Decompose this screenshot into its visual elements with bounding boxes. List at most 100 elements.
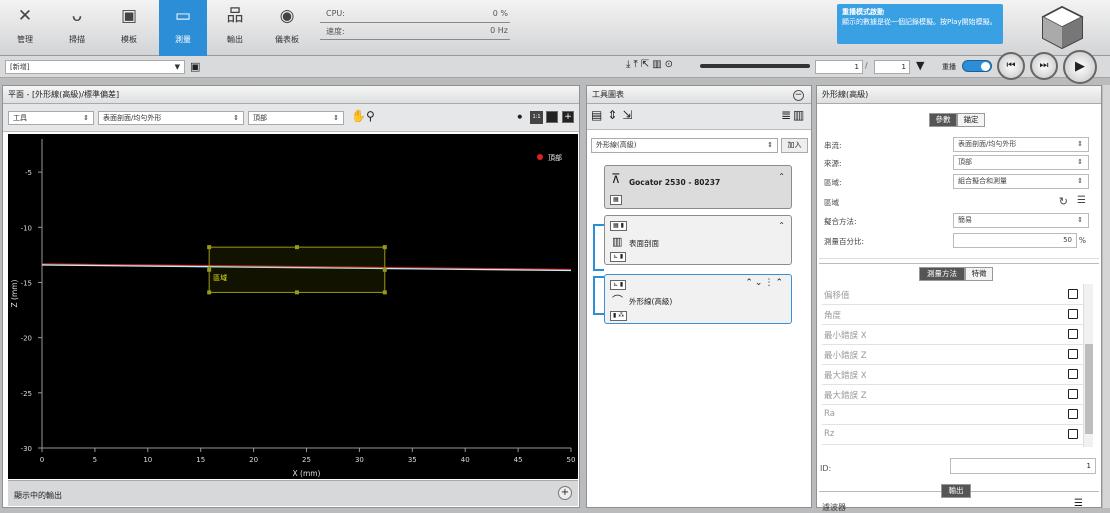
tab-features[interactable]: 特徵 <box>965 267 993 281</box>
filter-list-icon[interactable]: ☰ <box>1074 498 1083 509</box>
measurement-checkbox[interactable] <box>1068 309 1078 319</box>
add-view-icon[interactable]: + <box>562 111 574 123</box>
fit-method-select[interactable]: 簡易 ⇕ <box>953 213 1089 228</box>
measurement-label: 最大錯誤 Z <box>824 391 867 401</box>
add-tool-button[interactable]: 加入 <box>781 138 808 153</box>
input-port-icon[interactable]: ⊾ ▮ <box>610 280 627 290</box>
sensor-icon: ⊼ <box>611 172 621 187</box>
output-port-icon[interactable]: ⊾ ▮ <box>610 252 627 262</box>
tab-anchoring[interactable]: 錨定 <box>957 113 985 127</box>
add-tool-select[interactable]: 外形線(高級) ⇕ <box>591 138 778 153</box>
measurement-row[interactable]: 角度 <box>822 305 1084 325</box>
collapse-icon[interactable]: − <box>793 90 804 101</box>
measure-percent-input[interactable]: 50 <box>953 233 1077 248</box>
device-node[interactable]: ⊼ Gocator 2530 - 80237 ⌃ ▦ <box>604 165 792 209</box>
percent-unit: % <box>1078 236 1086 245</box>
chevron-down-icon: ⇕ <box>1077 177 1083 185</box>
measurement-row[interactable]: 最小錯誤 X <box>822 325 1084 345</box>
layout-toggle-icons[interactable]: ▤⇕⇲ <box>591 108 637 122</box>
y-tick-label: -5 <box>25 169 32 177</box>
replay-toggle[interactable] <box>962 60 992 72</box>
region-list-icon[interactable]: ☰ <box>1077 195 1086 206</box>
replay-slider[interactable] <box>700 64 810 68</box>
measurement-label: 最小錯誤 Z <box>824 351 867 361</box>
measurement-row[interactable]: 最大錯誤 X <box>822 365 1084 385</box>
view-select[interactable]: 頂部 ⇕ <box>248 111 344 125</box>
region-handle <box>207 245 212 250</box>
measurement-checkbox[interactable] <box>1068 329 1078 339</box>
next-frame-button[interactable]: ⏭ <box>1030 52 1058 80</box>
input-port-icon[interactable]: ▦ ▮ <box>610 221 627 231</box>
frame-current-input[interactable]: 1 <box>815 60 863 74</box>
profile-plot[interactable]: 0 5 10 15 20 25 30 35 40 45 50 -5 -10 -15 -20 -25 -30 X (… <box>8 134 578 479</box>
output-port-icon[interactable]: ▦ <box>610 195 622 205</box>
fit-icon[interactable] <box>546 111 558 123</box>
measurement-label: 偏移值 <box>824 291 850 301</box>
reset-icon[interactable]: ↻ <box>1059 195 1068 208</box>
source-field-select[interactable]: 頂部 ⇕ <box>953 155 1089 170</box>
x-tick-label: 15 <box>196 456 205 464</box>
measurement-checkbox[interactable] <box>1068 409 1078 419</box>
measurement-checkbox[interactable] <box>1068 389 1078 399</box>
stream-field-select[interactable]: 表面剖面/均勻外形 ⇕ <box>953 137 1089 152</box>
tab-output[interactable]: 輸出 <box>941 484 971 498</box>
nav-label: 輸出 <box>227 35 243 44</box>
measurement-checkbox[interactable] <box>1068 369 1078 379</box>
job-select[interactable]: [新增] ▼ <box>5 60 185 74</box>
nav-model-button[interactable]: ▣ 模板 <box>106 0 152 56</box>
measurement-row[interactable]: 最大錯誤 Z <box>822 385 1084 405</box>
add-tool-select-value: 外形線(高級) <box>596 141 637 149</box>
measurement-row[interactable]: Rz <box>822 425 1084 445</box>
save-icon[interactable]: ▣ <box>190 60 200 73</box>
region-mode-select[interactable]: 組合擬合和測量 ⇕ <box>953 174 1089 189</box>
tab-measurements[interactable]: 測量方法 <box>919 267 965 281</box>
measurement-row[interactable]: 偏移值 <box>822 285 1084 305</box>
list-view-icons[interactable]: ≣▥ <box>781 108 806 122</box>
filter-icon[interactable]: ▼ <box>916 59 924 72</box>
file-actions-icons[interactable]: ⤓⤒⇱▥⊙ <box>626 59 676 70</box>
measurement-row[interactable]: 最小錯誤 Z <box>822 345 1084 365</box>
actual-size-button[interactable]: 1:1 <box>530 111 543 124</box>
nav-output-button[interactable]: 品 輸出 <box>212 0 258 56</box>
zoom-icon[interactable]: ⚲ <box>366 109 375 123</box>
expand-output-icon[interactable]: + <box>558 486 572 500</box>
nav-manage-button[interactable]: ✕ 管理 <box>2 0 48 56</box>
measurement-checkbox[interactable] <box>1068 429 1078 439</box>
node-actions-icons[interactable]: ⌃⌄⋮⌃ <box>745 278 785 288</box>
surface-icon: ▥ <box>612 235 623 248</box>
expand-icon[interactable]: ⌃ <box>778 221 785 230</box>
measurement-checkbox[interactable] <box>1068 349 1078 359</box>
region-handle <box>207 290 212 295</box>
page-scrollbar[interactable] <box>1103 85 1110 508</box>
node-connector <box>593 224 604 315</box>
tools-select[interactable]: 工具 ⇕ <box>8 111 94 125</box>
chevron-down-icon: ⇕ <box>333 114 339 122</box>
nav-label: 模板 <box>121 35 137 44</box>
x-tick-label: 25 <box>302 456 311 464</box>
fit-method-value: 簡易 <box>958 216 972 224</box>
output-port-icon[interactable]: ▮ ⁂ <box>610 311 628 321</box>
glasses-icon[interactable]: ⚫ <box>516 113 524 123</box>
x-tick-label: 40 <box>461 456 470 464</box>
prev-frame-button[interactable]: ⏮ <box>997 52 1025 80</box>
nav-measure-button[interactable]: ▭ 測量 <box>159 0 207 56</box>
advanced-profile-node[interactable]: ⊾ ▮ ⌒ 外形線(高級) ⌃⌄⋮⌃ ▮ ⁂ <box>604 274 792 324</box>
region-handle <box>382 245 387 250</box>
tab-parameters[interactable]: 參數 <box>929 113 957 127</box>
expand-icon[interactable]: ⌃ <box>778 172 785 181</box>
play-button[interactable]: ▶ <box>1063 50 1097 84</box>
measurement-row[interactable]: Ra <box>822 405 1084 425</box>
hand-icon[interactable]: ✋ <box>351 109 366 123</box>
id-input[interactable]: 1 <box>950 458 1096 474</box>
measurement-scrollbar[interactable] <box>1083 284 1093 447</box>
stream-select[interactable]: 表面剖面/均勻外形 ⇕ <box>98 111 244 125</box>
profile-plot-svg[interactable]: 0 5 10 15 20 25 30 35 40 45 50 -5 -10 -15 -20 -25 -30 X (… <box>8 134 578 479</box>
measurement-checkbox[interactable] <box>1068 289 1078 299</box>
measurement-label: 角度 <box>824 311 842 321</box>
scrollbar-thumb[interactable] <box>1085 344 1093 434</box>
surface-profile-node[interactable]: ▦ ▮ ▥ 表面剖面 ⌃ ⊾ ▮ <box>604 215 792 265</box>
nav-dashboard-button[interactable]: ◉ 儀表板 <box>264 0 310 56</box>
region-field: 區域 ↻ ☰ <box>822 194 1092 211</box>
chevron-down-icon: ⇕ <box>767 141 773 149</box>
nav-scan-button[interactable]: ᴗ 掃描 <box>54 0 100 56</box>
